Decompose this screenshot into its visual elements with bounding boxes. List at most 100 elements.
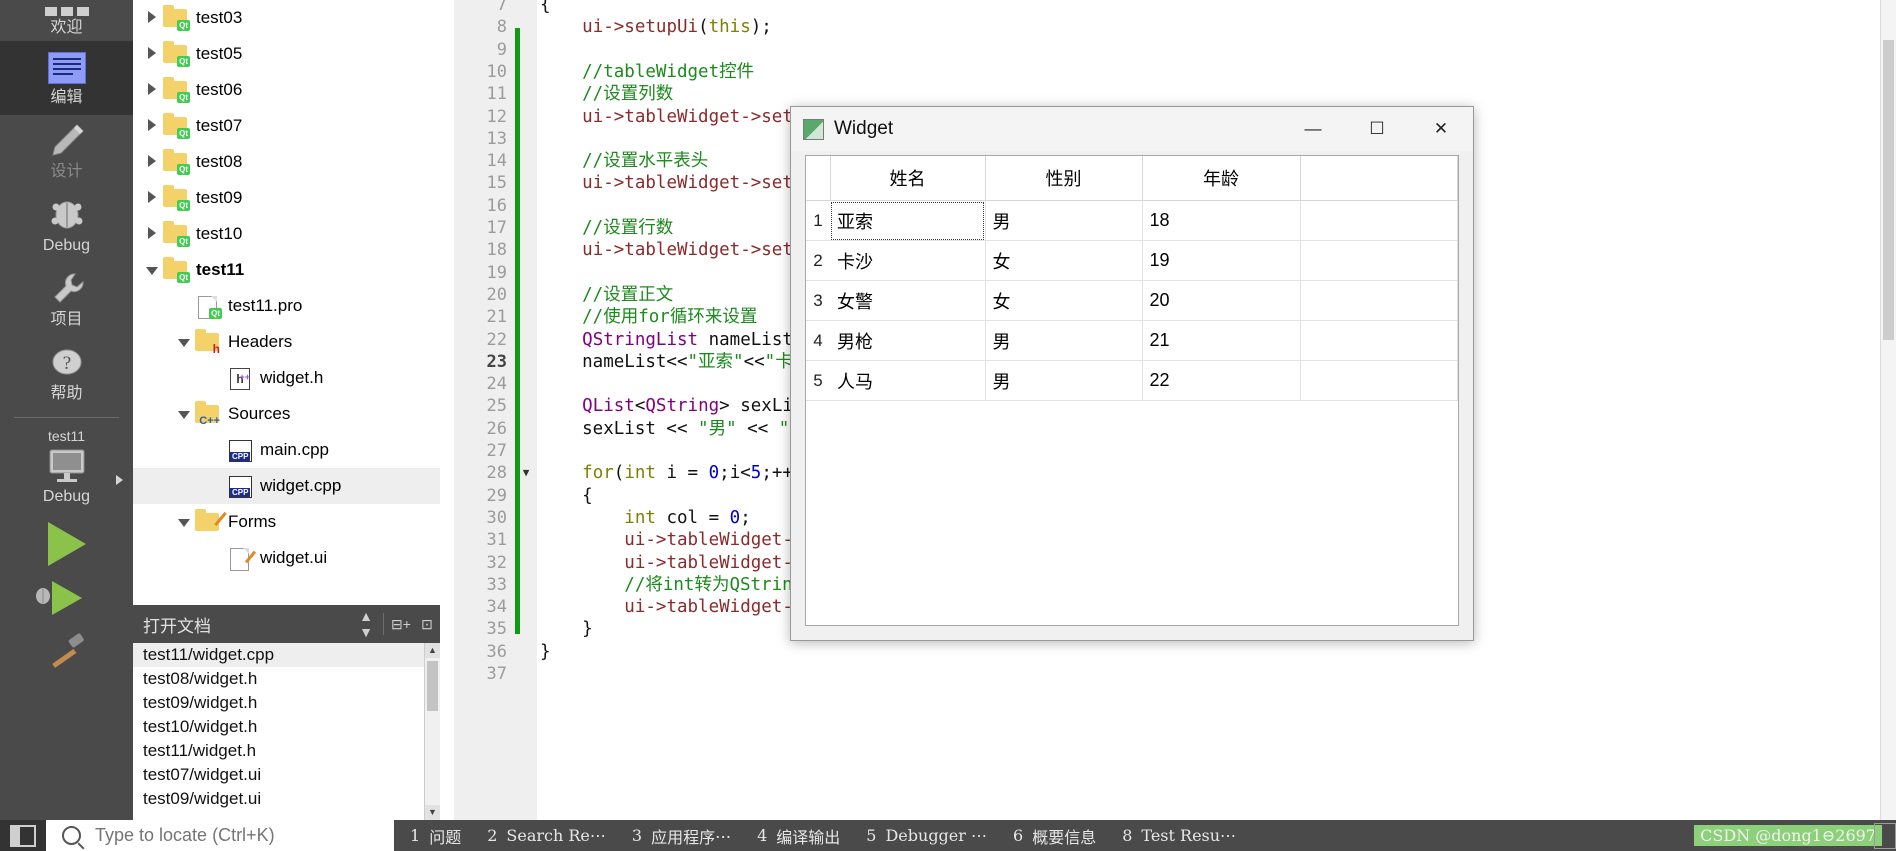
mode-help[interactable]: ? 帮助 — [0, 337, 133, 411]
table-cell[interactable]: 亚索 — [830, 200, 986, 241]
table-row[interactable]: 1 亚索男 18 — [806, 200, 1458, 241]
dialog-title-bar[interactable]: Widget — ☐ ✕ — [791, 107, 1473, 151]
code-line[interactable]: //使用for循环来设置 — [540, 306, 757, 328]
minimize-button[interactable]: — — [1281, 107, 1345, 151]
table-cell-empty[interactable] — [1300, 320, 1458, 361]
output-pane-button[interactable]: 8 Test Resu⋯ — [1122, 826, 1236, 845]
code-line[interactable]: //将int转为QString — [540, 574, 803, 596]
table-cell[interactable]: 女 — [985, 280, 1143, 321]
row-header[interactable]: 2 — [806, 240, 830, 281]
code-line[interactable]: //设置正文 — [540, 284, 673, 306]
tree-item-test08[interactable]: Qt test08 — [133, 144, 440, 180]
tree-item-test09[interactable]: Qt test09 — [133, 180, 440, 216]
table-cell[interactable]: 男枪 — [830, 320, 986, 361]
build-button[interactable] — [0, 622, 133, 685]
widget-dialog[interactable]: Widget — ☐ ✕ 姓名 性别 年龄 1 亚索男 18 2 卡沙女 19 3 女警女 20 4 男… — [790, 106, 1474, 641]
mode-projects[interactable]: 项目 — [0, 263, 133, 337]
table-cell-empty[interactable] — [1300, 280, 1458, 321]
tree-item-forms[interactable]: Forms — [133, 504, 440, 540]
table-cell[interactable]: 卡沙 — [830, 240, 986, 281]
code-line[interactable]: for(int i = 0;i<5;++i) — [540, 462, 814, 484]
expand-arrow-icon[interactable] — [141, 80, 163, 100]
split-add-icon[interactable]: ⊟+ — [388, 616, 414, 633]
scroll-up-arrow[interactable]: ▲ — [425, 643, 440, 658]
table-cell[interactable]: 19 — [1142, 240, 1301, 281]
mode-welcome[interactable]: 欢迎 — [0, 0, 133, 41]
code-line[interactable]: { — [540, 485, 593, 507]
scrollbar-thumb[interactable] — [427, 661, 438, 711]
open-documents-list[interactable]: test11/widget.cpp test08/widget.h test09/w… — [133, 643, 440, 820]
open-document-item[interactable]: test07/widget.ui — [133, 763, 440, 787]
collapse-arrow-icon[interactable] — [173, 332, 195, 352]
table-cell[interactable]: 男 — [985, 320, 1143, 361]
maximize-button[interactable]: ☐ — [1345, 107, 1409, 151]
run-button[interactable] — [0, 514, 133, 579]
table-cell[interactable]: 人马 — [830, 360, 986, 401]
code-line[interactable]: //tableWidget控件 — [540, 61, 754, 83]
tree-item-headers[interactable]: h Headers — [133, 324, 440, 360]
table-column-header[interactable]: 性别 — [985, 156, 1143, 201]
open-document-item[interactable]: test08/widget.h — [133, 667, 440, 691]
code-line[interactable]: //设置列数 — [540, 83, 673, 105]
table-cell-empty[interactable] — [1300, 200, 1458, 241]
table-cell-empty[interactable] — [1300, 240, 1458, 281]
collapse-arrow-icon[interactable] — [173, 404, 195, 424]
close-split-icon[interactable]: ⊡ — [414, 616, 440, 633]
mode-design[interactable]: 设计 — [0, 115, 133, 189]
row-header[interactable]: 1 — [806, 200, 830, 241]
row-header[interactable]: 4 — [806, 320, 830, 361]
expand-arrow-icon[interactable] — [141, 188, 163, 208]
output-pane-button[interactable]: 5 Debugger ⋯ — [866, 826, 987, 845]
table-row[interactable]: 2 卡沙女 19 — [806, 240, 1458, 281]
table-row[interactable]: 3 女警女 20 — [806, 280, 1458, 321]
locator[interactable] — [46, 820, 394, 851]
kit-selector[interactable]: Debug — [0, 446, 133, 514]
code-line[interactable]: { — [540, 0, 551, 16]
expand-arrow-icon[interactable] — [141, 8, 163, 28]
code-line[interactable]: QStringList nameList; — [540, 329, 803, 351]
open-document-item[interactable]: test09/widget.h — [133, 691, 440, 715]
code-line[interactable]: int col = 0; — [540, 507, 750, 529]
toggle-sidebar-button[interactable] — [0, 820, 46, 851]
expand-arrow-icon[interactable] — [141, 44, 163, 64]
editor-scrollbar[interactable] — [1880, 0, 1896, 820]
sync-updown-icon[interactable]: ▲ ▼ — [353, 608, 379, 640]
fold-collapse-icon[interactable]: ▼ — [519, 462, 533, 484]
expand-arrow-icon[interactable] — [141, 116, 163, 136]
code-line[interactable]: ui->setupUi(this); — [540, 16, 772, 38]
table-cell[interactable]: 女警 — [830, 280, 986, 321]
mode-debug[interactable]: Debug — [0, 189, 133, 263]
tree-item-widget-ui[interactable]: widget.ui — [133, 540, 440, 576]
output-pane-button[interactable]: 1 问题 — [410, 824, 461, 848]
table-cell[interactable]: 女 — [985, 240, 1143, 281]
tree-item-test11[interactable]: Qt test11 — [133, 252, 440, 288]
tree-item-main-cpp[interactable]: CPP main.cpp — [133, 432, 440, 468]
table-cell[interactable]: 21 — [1142, 320, 1301, 361]
output-pane-button[interactable]: 2 Search Re⋯ — [487, 826, 606, 845]
open-document-item[interactable]: test10/widget.h — [133, 715, 440, 739]
table-cell[interactable]: 22 — [1142, 360, 1301, 401]
collapse-arrow-icon[interactable] — [173, 512, 195, 532]
tree-item-test03[interactable]: Qt test03 — [133, 0, 440, 36]
code-line[interactable]: } — [540, 618, 593, 640]
table-cell[interactable]: 男 — [985, 360, 1143, 401]
expand-arrow-icon[interactable] — [141, 224, 163, 244]
table-cell[interactable]: 20 — [1142, 280, 1301, 321]
tree-item-widget-cpp[interactable]: CPP widget.cpp — [133, 468, 440, 504]
collapse-arrow-icon[interactable] — [141, 260, 163, 280]
code-line[interactable]: //设置行数 — [540, 217, 673, 239]
table-column-header[interactable]: 年龄 — [1142, 156, 1301, 201]
output-pane-button[interactable]: 6 概要信息 — [1013, 824, 1096, 848]
row-header[interactable]: 3 — [806, 280, 830, 321]
editor-scrollbar-thumb[interactable] — [1883, 40, 1894, 340]
tree-item-test05[interactable]: Qt test05 — [133, 36, 440, 72]
table-row[interactable]: 4 男枪男 21 — [806, 320, 1458, 361]
tree-item-test10[interactable]: Qt test10 — [133, 216, 440, 252]
code-line[interactable]: //设置水平表头 — [540, 150, 708, 172]
table-row[interactable]: 5 人马男 22 — [806, 360, 1458, 401]
start-debugging-button[interactable] — [0, 579, 133, 622]
close-button[interactable]: ✕ — [1409, 107, 1473, 151]
row-header[interactable]: 5 — [806, 360, 830, 401]
search-input[interactable] — [93, 824, 357, 847]
mode-edit[interactable]: 编辑 — [0, 41, 133, 115]
